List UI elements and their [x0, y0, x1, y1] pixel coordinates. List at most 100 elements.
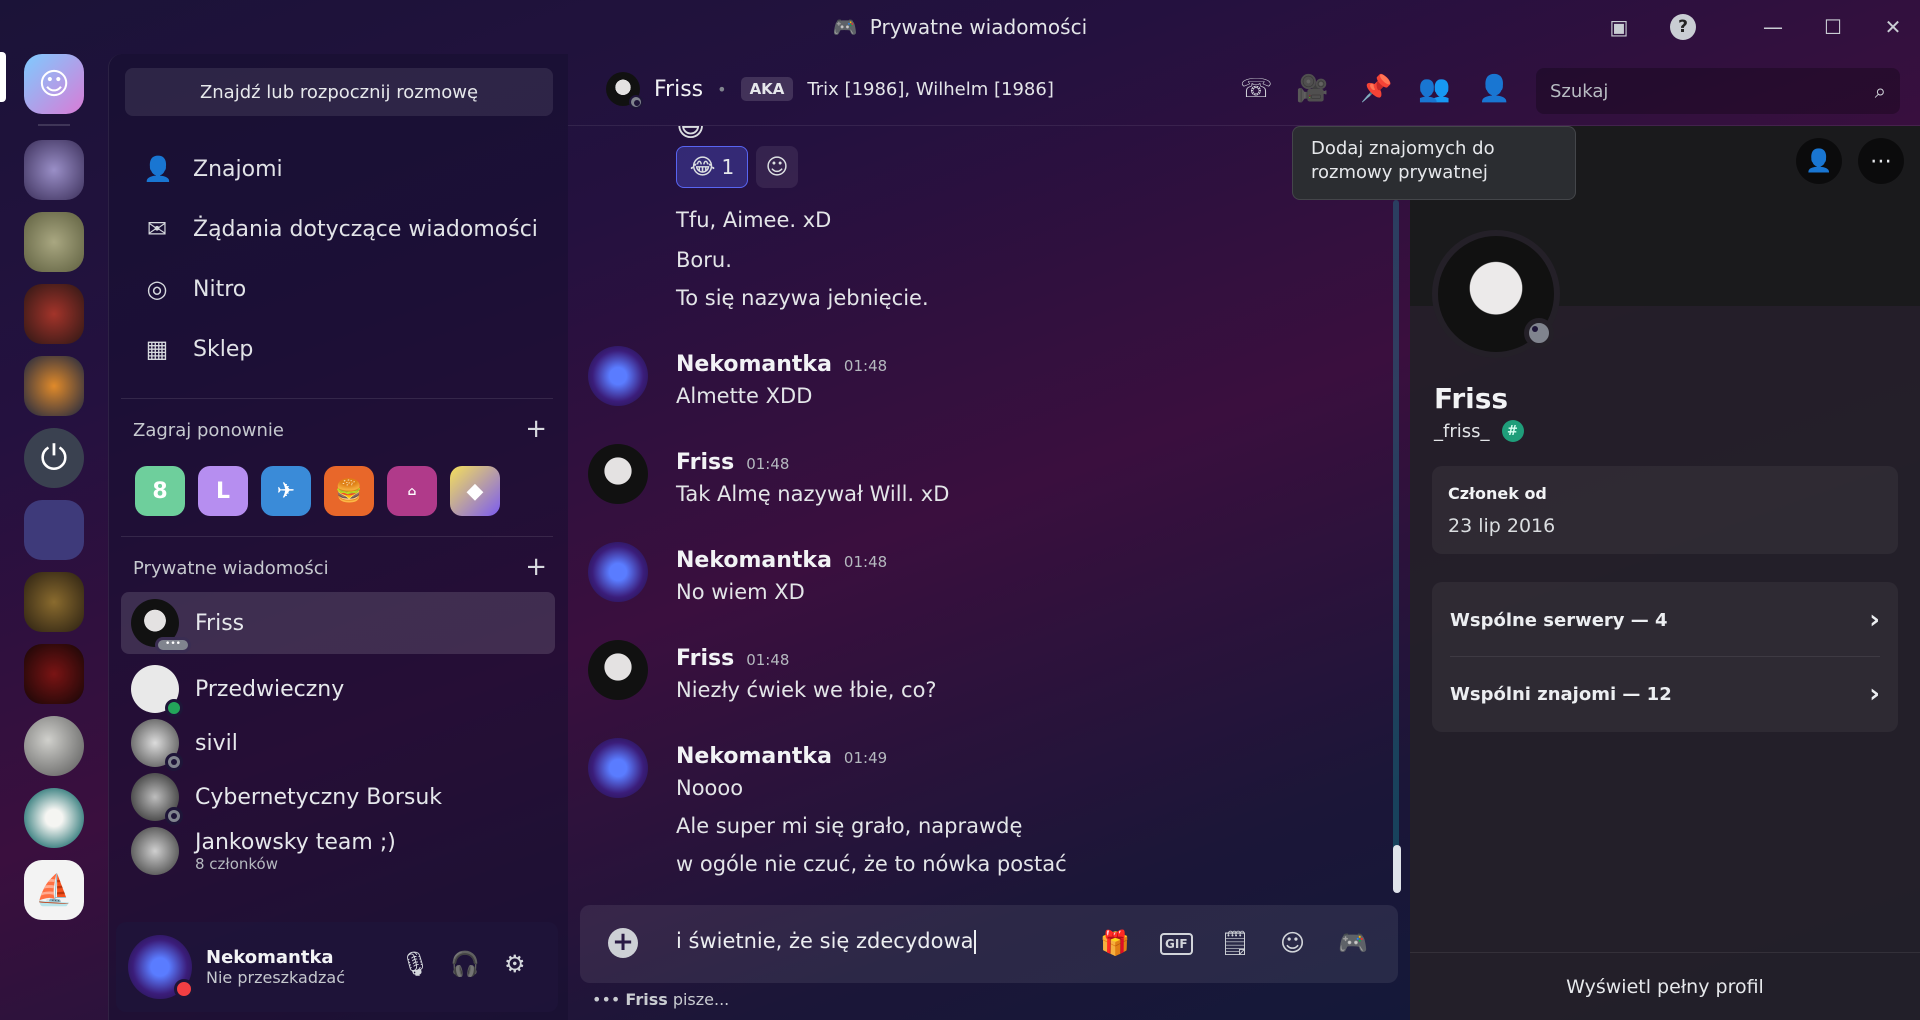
more-options-button[interactable]: ⋯	[1858, 138, 1904, 184]
gift-icon[interactable]: 🎁	[1100, 929, 1130, 957]
add-friends-icon[interactable]: 👥	[1418, 74, 1450, 104]
dm-item[interactable]: sivil	[121, 712, 555, 774]
server-icon[interactable]: ⏻	[24, 428, 84, 488]
laughing-emoji-icon: 😂	[689, 154, 716, 180]
avatar[interactable]	[588, 346, 648, 406]
dm-header: Prywatne wiadomości	[133, 558, 329, 579]
message-text: Tak Almę nazywał Will. xD	[676, 482, 950, 506]
emoji: 😄	[676, 126, 706, 143]
dm-item[interactable]: Cybernetyczny Borsuk	[121, 766, 555, 828]
video-call-icon[interactable]: 🎥	[1296, 74, 1328, 104]
scrollbar-track[interactable]	[1393, 200, 1399, 890]
chevron-right-icon: ›	[1869, 605, 1880, 635]
envelope-icon: ✉	[146, 215, 168, 243]
sticker-icon[interactable]: 🗒	[1220, 929, 1250, 957]
game-icon[interactable]: 8	[135, 466, 185, 516]
profile-avatar[interactable]	[1432, 230, 1560, 358]
server-icon[interactable]	[24, 140, 84, 200]
profile-panel: 👤 ⋯ Friss _friss_ # Członek od 23 lip 201…	[1410, 126, 1920, 1020]
home-button[interactable]: ☺	[24, 54, 84, 114]
server-icon[interactable]	[24, 284, 84, 344]
message-author[interactable]: Nekomantka	[676, 744, 832, 769]
mutual-friends-link[interactable]: Wspólni znajomi — 12 ›	[1450, 658, 1880, 730]
dm-item-group[interactable]: Jankowsky team ;) 8 członków	[121, 820, 555, 882]
hashtag-badge-icon[interactable]: #	[1501, 420, 1524, 442]
maximize-button[interactable]: ☐	[1818, 12, 1848, 42]
activities-icon[interactable]: 🎮	[1338, 929, 1368, 957]
nav-nitro[interactable]: ◎ Nitro	[121, 262, 553, 316]
play-again-header: Zagraj ponownie	[133, 420, 285, 441]
avatar[interactable]	[588, 444, 648, 504]
server-rail: ☺ ⏻ ⛵	[0, 52, 108, 1020]
server-icon[interactable]	[24, 644, 84, 704]
find-conversation-button[interactable]: Znajdź lub rozpocznij rozmowę	[125, 68, 553, 116]
avatar	[131, 719, 183, 771]
microphone-icon[interactable]: 🎙	[400, 950, 430, 978]
new-dm-icon[interactable]: +	[525, 554, 547, 580]
search-icon: ⌕	[1874, 79, 1886, 103]
game-icon[interactable]: L	[198, 466, 248, 516]
avatar[interactable]	[588, 542, 648, 602]
add-friend-button[interactable]: 👤	[1796, 138, 1842, 184]
server-icon[interactable]	[24, 356, 84, 416]
pin-icon[interactable]: 📌	[1360, 74, 1392, 104]
game-icon[interactable]: ⌂	[387, 466, 437, 516]
message-text: No wiem XD	[676, 580, 805, 604]
server-icon[interactable]	[24, 212, 84, 272]
dm-item-friss[interactable]: ••• Friss	[121, 592, 555, 654]
add-attachment-button[interactable]: +	[608, 928, 638, 958]
avatar	[131, 665, 183, 717]
nav-shop[interactable]: ▦ Sklep	[121, 322, 553, 376]
message-list: 😄 😂 1 ☺ Tfu, Aimee. xD Boru. To się nazyw…	[568, 126, 1398, 896]
minimize-button[interactable]: —	[1758, 12, 1788, 42]
message-time: 01:49	[843, 749, 888, 767]
scrollbar-thumb[interactable]	[1393, 845, 1401, 893]
nav-message-requests[interactable]: ✉ Żądania dotyczące wiadomości	[121, 202, 553, 256]
avatar[interactable]	[588, 738, 648, 798]
message-time: 01:48	[843, 357, 888, 375]
server-icon[interactable]	[24, 788, 84, 848]
avatar[interactable]	[128, 935, 194, 999]
help-icon[interactable]: ?	[1670, 14, 1696, 40]
game-icon[interactable]: ✈	[261, 466, 311, 516]
aka-names: Trix [1986], Wilhelm [1986]	[807, 78, 1054, 100]
inbox-icon[interactable]: ▣	[1604, 12, 1634, 42]
rail-divider	[38, 124, 70, 126]
emoji-icon[interactable]: ☺	[1280, 929, 1305, 957]
typing-indicator: ••• Friss pisze...	[592, 990, 730, 1009]
close-button[interactable]: ✕	[1878, 12, 1908, 42]
message-time: 01:48	[746, 455, 790, 473]
add-reaction-button[interactable]: ☺	[756, 146, 798, 188]
message-author[interactable]: Friss	[676, 450, 734, 475]
profile-name: Friss	[1434, 382, 1509, 415]
user-profile-icon[interactable]: 👤	[1478, 74, 1510, 104]
server-icon[interactable]	[24, 572, 84, 632]
shop-icon: ▦	[145, 335, 169, 363]
add-game-icon[interactable]: +	[525, 416, 547, 442]
avatar	[606, 72, 643, 109]
message-author[interactable]: Nekomantka	[676, 352, 832, 377]
message-text: Niezły ćwiek we łbie, co?	[676, 678, 937, 702]
avatar: •••	[131, 599, 191, 653]
nav-friends[interactable]: 👤 Znajomi	[121, 142, 553, 196]
server-icon[interactable]	[24, 716, 84, 776]
view-full-profile-button[interactable]: Wyświetl pełny profil	[1410, 952, 1920, 1020]
mutual-servers-link[interactable]: Wspólne serwery — 4 ›	[1450, 584, 1880, 656]
selected-indicator	[0, 52, 6, 102]
gif-icon[interactable]: GIF	[1160, 933, 1193, 955]
message-composer[interactable]: + i świetnie, że się zdecydowa 🎁 GIF 🗒 ☺…	[580, 905, 1398, 983]
game-icon[interactable]: 🍔	[324, 466, 374, 516]
headphones-icon[interactable]: 🎧	[450, 950, 480, 978]
server-icon[interactable]: ⛵	[24, 860, 84, 920]
message-author[interactable]: Friss	[676, 646, 734, 671]
message-author[interactable]: Nekomantka	[676, 548, 832, 573]
dm-item[interactable]: Przedwieczny	[121, 658, 555, 720]
message-input[interactable]: i świetnie, że się zdecydowa	[676, 929, 974, 953]
server-icon[interactable]	[24, 500, 84, 560]
game-icon[interactable]: ◆	[450, 466, 500, 516]
voice-call-icon[interactable]: ☏	[1240, 74, 1273, 104]
avatar[interactable]	[588, 640, 648, 700]
settings-gear-icon[interactable]: ⚙	[504, 950, 526, 978]
reaction-laugh[interactable]: 😂 1	[676, 146, 748, 188]
search-input[interactable]: Szukaj ⌕	[1536, 68, 1900, 114]
